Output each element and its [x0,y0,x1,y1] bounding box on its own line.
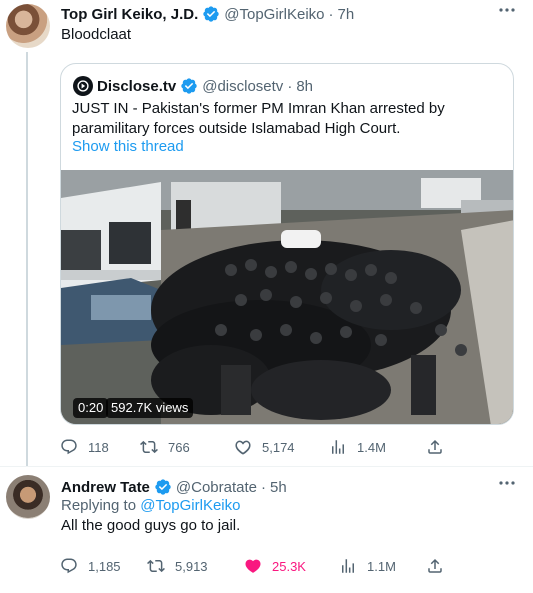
share-icon [428,558,442,573]
video-duration-badge: 0:20 [73,398,109,418]
tweet-actions: 118 766 5,174 1.4M [52,437,492,457]
share-icon [428,439,442,454]
verified-badge-icon [180,77,198,95]
like-count: 5,174 [262,439,295,455]
reply-button[interactable]: 1,185 [60,556,121,576]
views-count: 1.4M [357,439,386,455]
author-name[interactable]: Andrew Tate [61,479,150,496]
tweet-actions: 1,185 5,913 25.3K 1.1M [52,556,492,576]
reply-button[interactable]: 118 [60,437,109,457]
views-button[interactable]: 1.4M [329,437,386,457]
separator: · [328,5,334,23]
tweet-text: All the good guys go to jail. [61,517,241,534]
replying-to-handle[interactable]: @TopGirlKeiko [140,497,240,514]
views-button[interactable]: 1.1M [339,556,396,576]
quote-author-name[interactable]: Disclose.tv [97,78,176,95]
retweet-button[interactable]: 5,913 [147,556,208,576]
tweet-tate[interactable]: Andrew Tate @Cobratate · 5h Replying to … [0,467,533,593]
verified-badge-icon [154,478,172,496]
more-options-icon[interactable] [497,475,517,491]
like-button[interactable]: 25.3K [244,556,306,576]
video-views-badge: 592.7K views [106,398,194,418]
avatar[interactable] [6,4,50,48]
video-player[interactable] [61,170,513,424]
retweet-button[interactable]: 766 [140,437,190,457]
retweet-count: 5,913 [175,558,208,574]
author-handle[interactable]: @TopGirlKeiko [224,6,324,23]
heart-icon [235,440,251,455]
more-options-icon[interactable] [497,2,517,18]
quote-author-handle[interactable]: @disclosetv [202,78,283,95]
reply-icon [61,558,77,574]
timestamp[interactable]: 7h [338,6,355,23]
verified-badge-icon [202,5,220,23]
tweet-text: Bloodclaat [61,26,132,43]
share-button[interactable] [426,556,454,576]
views-chart-icon [332,440,344,454]
show-thread-link[interactable]: Show this thread [72,138,184,155]
retweet-icon [140,440,158,454]
replying-to-prefix: Replying to [61,497,141,514]
author-handle[interactable]: @Cobratate [176,479,257,496]
views-chart-icon [342,559,354,573]
tweet-keiko[interactable]: Top Girl Keiko, J.D. @TopGirlKeiko · 7h … [0,0,533,466]
separator: · [287,77,293,95]
quoted-tweet[interactable]: Disclose.tv @disclosetv · 8h JUST IN - P… [60,63,514,425]
avatar[interactable] [6,475,50,519]
author-name[interactable]: Top Girl Keiko, J.D. [61,6,198,23]
replying-to: Replying to @TopGirlKeiko [61,496,240,516]
like-button[interactable]: 5,174 [234,437,295,457]
quote-text: JUST IN - Pakistan's former PM Imran Kha… [72,100,445,137]
separator: · [261,478,267,496]
retweet-icon [147,559,165,573]
reply-count: 118 [88,439,109,455]
retweet-count: 766 [168,439,190,455]
reply-count: 1,185 [88,558,121,574]
timestamp[interactable]: 5h [270,479,287,496]
video-frame [61,170,513,424]
views-count: 1.1M [367,558,396,574]
heart-filled-icon [245,559,261,573]
share-button[interactable] [426,437,454,457]
quote-timestamp[interactable]: 8h [296,78,313,95]
disclose-logo-icon [73,76,93,96]
thread-line [26,52,28,466]
reply-icon [61,439,77,455]
like-count: 25.3K [272,558,306,574]
